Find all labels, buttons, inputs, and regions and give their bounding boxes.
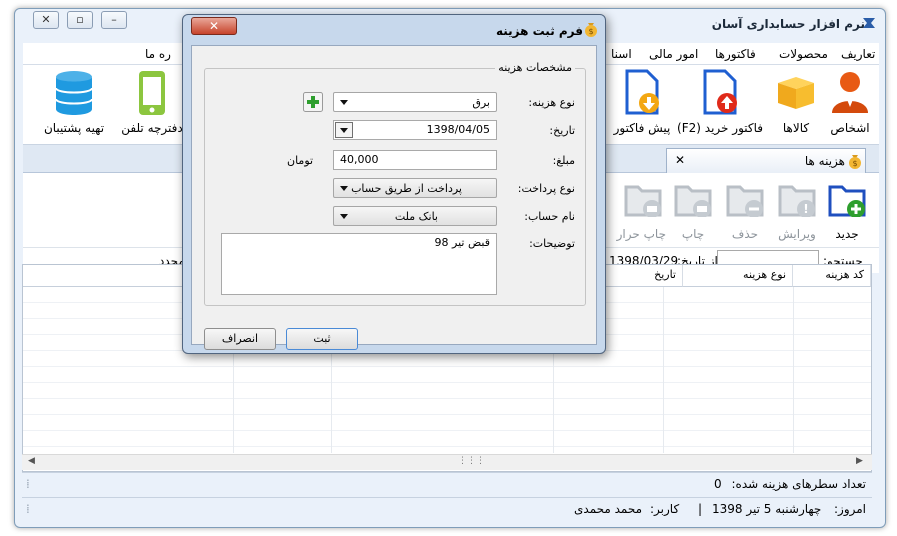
chevron-down-icon <box>340 128 348 133</box>
user-label: کاربر: <box>650 502 680 516</box>
amount-input[interactable]: 40,000 <box>333 150 497 170</box>
folder-edit-icon: ! <box>778 185 816 217</box>
record-count-bar: ⁞ تعداد سطرهای هزینه شده: 0 <box>22 472 872 494</box>
expense-form-dialog: $ فرم ثبت هزینه ✕ مشخصات هزینه نوع هزینه… <box>182 14 606 354</box>
dialog-close-button[interactable]: ✕ <box>191 17 237 35</box>
col-expense-code[interactable]: کد هزینه <box>793 265 871 287</box>
svg-text:!: ! <box>803 202 808 216</box>
window-title: نرم افزار حسابداری آسان <box>711 17 865 31</box>
menu-products[interactable]: محصولات <box>779 47 828 61</box>
database-icon <box>55 71 93 115</box>
submit-button[interactable]: ثبت <box>286 328 358 350</box>
new-expense-button[interactable]: جدید <box>823 179 871 245</box>
col-expense-type[interactable]: نوع هزینه <box>683 265 793 287</box>
table-row <box>23 367 871 383</box>
today-value: چهارشنبه 5 تیر 1398 <box>712 502 822 516</box>
phone-book-button[interactable]: دفترچه تلفن <box>117 67 187 139</box>
date-picker-button[interactable] <box>335 122 353 138</box>
horizontal-scrollbar[interactable]: ◀ ⋮⋮⋮ ▶ <box>22 454 872 470</box>
scroll-right-icon[interactable]: ▶ <box>856 456 863 466</box>
phone-icon <box>139 71 165 115</box>
money-bag-icon: $ <box>849 155 861 169</box>
edit-expense-button[interactable]: ! ویرایش <box>773 179 821 245</box>
description-label: توضیحات: <box>529 237 575 250</box>
chevron-down-icon <box>340 100 348 105</box>
group-title: مشخصات هزینه <box>495 61 575 74</box>
chevron-down-icon <box>340 214 348 219</box>
payment-type-label: نوع پرداخت: <box>517 182 575 195</box>
record-count-value: 0 <box>714 477 722 491</box>
currency-label: تومان <box>287 154 314 167</box>
column-divider <box>663 287 664 453</box>
column-divider <box>793 287 794 453</box>
purchase-invoice-button[interactable]: فاکتور خرید (F2) <box>677 67 763 139</box>
grip-icon: ⁞ <box>26 502 30 516</box>
scroll-grip-icon[interactable]: ⋮⋮⋮ <box>458 456 485 466</box>
delete-expense-button[interactable]: حذف <box>721 179 769 245</box>
folder-print-icon <box>624 185 662 217</box>
svg-text:$: $ <box>852 159 857 168</box>
status-bar: ⁞ امروز: چهارشنبه 5 تیر 1398 | کاربر: مح… <box>22 497 872 519</box>
account-name-select[interactable]: بانک ملت <box>333 206 497 226</box>
print-button[interactable]: چاپ <box>669 179 717 245</box>
minimize-window-button[interactable]: – <box>101 11 127 29</box>
close-window-button[interactable]: ✕ <box>33 11 59 29</box>
menu-documents[interactable]: اسنا <box>611 47 632 61</box>
status-separator: | <box>698 502 703 516</box>
box-icon <box>778 77 814 109</box>
menu-finance[interactable]: امور مالی <box>649 47 698 61</box>
tab-expenses-label: هزینه ها <box>804 154 845 168</box>
print-heat-button[interactable]: چاپ حرار <box>617 179 667 245</box>
dialog-title: فرم ثبت هزینه <box>495 24 583 38</box>
date-label: تاریخ: <box>549 124 575 137</box>
amount-label: مبلغ: <box>552 154 575 167</box>
money-bag-icon: $ <box>585 23 597 37</box>
expense-type-label: نوع هزینه: <box>528 96 575 109</box>
add-expense-type-button[interactable] <box>303 92 323 112</box>
table-row <box>23 431 871 447</box>
goods-button[interactable]: کالاها <box>771 67 821 139</box>
chevron-down-icon <box>340 186 348 191</box>
user-value: محمد محمدی <box>574 502 643 516</box>
folder-print-icon <box>674 185 712 217</box>
menu-about[interactable]: ره ما <box>145 47 171 61</box>
dialog-body: مشخصات هزینه نوع هزینه: برق تاریخ: 1398/… <box>191 45 597 350</box>
table-row <box>23 399 871 415</box>
scroll-left-icon[interactable]: ◀ <box>28 456 35 466</box>
description-textarea[interactable]: قبض تیر 98 <box>221 233 497 295</box>
persons-button[interactable]: اشخاص <box>825 67 875 139</box>
account-name-label: نام حساب: <box>524 210 575 223</box>
expense-type-select[interactable]: برق <box>333 92 497 112</box>
menu-definitions[interactable]: تعاریف <box>841 47 875 61</box>
table-row <box>23 415 871 431</box>
folder-remove-icon <box>726 185 764 217</box>
person-icon <box>832 72 868 113</box>
table-row <box>23 383 871 399</box>
date-input[interactable]: 1398/04/05 <box>333 120 497 140</box>
svg-text:$: $ <box>588 27 593 36</box>
grip-icon: ⁞ <box>26 477 30 491</box>
tab-close-icon[interactable]: ✕ <box>675 153 685 167</box>
expense-details-group: مشخصات هزینه نوع هزینه: برق تاریخ: 1398/… <box>204 61 586 306</box>
restore-window-button[interactable]: ▫ <box>67 11 93 29</box>
cancel-button[interactable]: انصراف <box>204 328 276 350</box>
today-label: امروز: <box>834 502 867 516</box>
backup-button[interactable]: تهیه پشتیبان <box>37 67 111 139</box>
invoice-upload-icon <box>703 69 737 115</box>
payment-type-select[interactable]: پرداخت از طریق حساب <box>333 178 497 198</box>
folder-add-icon <box>828 185 866 217</box>
invoice-download-icon <box>625 69 659 115</box>
menu-invoices[interactable]: فاکتورها <box>715 47 756 61</box>
record-count-label: تعداد سطرهای هزینه شده: <box>731 477 866 491</box>
tab-expenses[interactable]: $ هزینه ها ✕ <box>666 148 866 173</box>
pre-invoice-button[interactable]: پیش فاکتور <box>607 67 677 139</box>
